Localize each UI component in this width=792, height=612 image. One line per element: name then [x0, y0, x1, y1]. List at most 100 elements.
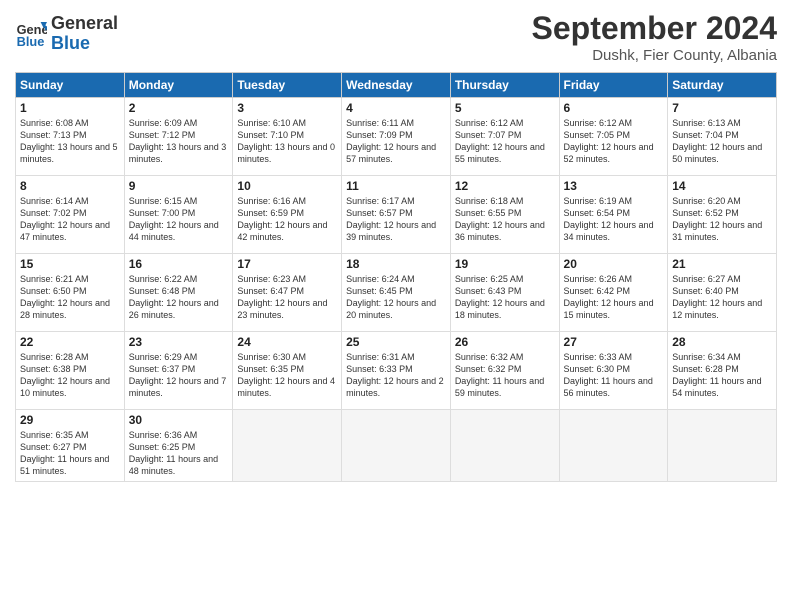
- day-number: 30: [129, 413, 229, 427]
- day-info: Sunrise: 6:35 AM Sunset: 6:27 PM Dayligh…: [20, 429, 120, 478]
- calendar-table: Sunday Monday Tuesday Wednesday Thursday…: [15, 72, 777, 482]
- day-number: 9: [129, 179, 229, 193]
- day-number: 14: [672, 179, 772, 193]
- table-row: 25 Sunrise: 6:31 AM Sunset: 6:33 PM Dayl…: [342, 332, 451, 410]
- table-row: 19 Sunrise: 6:25 AM Sunset: 6:43 PM Dayl…: [450, 254, 559, 332]
- day-number: 10: [237, 179, 337, 193]
- table-row: [559, 410, 668, 482]
- day-info: Sunrise: 6:08 AM Sunset: 7:13 PM Dayligh…: [20, 117, 120, 166]
- day-info: Sunrise: 6:28 AM Sunset: 6:38 PM Dayligh…: [20, 351, 120, 400]
- day-number: 12: [455, 179, 555, 193]
- table-row: 22 Sunrise: 6:28 AM Sunset: 6:38 PM Dayl…: [16, 332, 125, 410]
- table-row: 13 Sunrise: 6:19 AM Sunset: 6:54 PM Dayl…: [559, 176, 668, 254]
- table-row: 18 Sunrise: 6:24 AM Sunset: 6:45 PM Dayl…: [342, 254, 451, 332]
- logo: General Blue General Blue: [15, 14, 118, 54]
- day-number: 16: [129, 257, 229, 271]
- logo-text: General Blue: [51, 14, 118, 54]
- calendar-week-row: 1 Sunrise: 6:08 AM Sunset: 7:13 PM Dayli…: [16, 98, 777, 176]
- day-info: Sunrise: 6:22 AM Sunset: 6:48 PM Dayligh…: [129, 273, 229, 322]
- day-number: 8: [20, 179, 120, 193]
- table-row: 30 Sunrise: 6:36 AM Sunset: 6:25 PM Dayl…: [124, 410, 233, 482]
- col-saturday: Saturday: [668, 73, 777, 98]
- month-title: September 2024: [532, 10, 777, 47]
- table-row: [450, 410, 559, 482]
- col-thursday: Thursday: [450, 73, 559, 98]
- table-row: 8 Sunrise: 6:14 AM Sunset: 7:02 PM Dayli…: [16, 176, 125, 254]
- svg-text:Blue: Blue: [17, 34, 45, 49]
- table-row: [233, 410, 342, 482]
- day-number: 28: [672, 335, 772, 349]
- table-row: 3 Sunrise: 6:10 AM Sunset: 7:10 PM Dayli…: [233, 98, 342, 176]
- day-info: Sunrise: 6:09 AM Sunset: 7:12 PM Dayligh…: [129, 117, 229, 166]
- day-number: 26: [455, 335, 555, 349]
- day-info: Sunrise: 6:13 AM Sunset: 7:04 PM Dayligh…: [672, 117, 772, 166]
- col-tuesday: Tuesday: [233, 73, 342, 98]
- table-row: 16 Sunrise: 6:22 AM Sunset: 6:48 PM Dayl…: [124, 254, 233, 332]
- day-info: Sunrise: 6:23 AM Sunset: 6:47 PM Dayligh…: [237, 273, 337, 322]
- day-info: Sunrise: 6:26 AM Sunset: 6:42 PM Dayligh…: [564, 273, 664, 322]
- day-number: 24: [237, 335, 337, 349]
- table-row: 15 Sunrise: 6:21 AM Sunset: 6:50 PM Dayl…: [16, 254, 125, 332]
- day-info: Sunrise: 6:30 AM Sunset: 6:35 PM Dayligh…: [237, 351, 337, 400]
- day-info: Sunrise: 6:11 AM Sunset: 7:09 PM Dayligh…: [346, 117, 446, 166]
- day-info: Sunrise: 6:34 AM Sunset: 6:28 PM Dayligh…: [672, 351, 772, 400]
- day-number: 22: [20, 335, 120, 349]
- day-info: Sunrise: 6:15 AM Sunset: 7:00 PM Dayligh…: [129, 195, 229, 244]
- table-row: 23 Sunrise: 6:29 AM Sunset: 6:37 PM Dayl…: [124, 332, 233, 410]
- day-number: 15: [20, 257, 120, 271]
- calendar-header-row: Sunday Monday Tuesday Wednesday Thursday…: [16, 73, 777, 98]
- day-number: 19: [455, 257, 555, 271]
- table-row: 2 Sunrise: 6:09 AM Sunset: 7:12 PM Dayli…: [124, 98, 233, 176]
- day-number: 3: [237, 101, 337, 115]
- day-number: 7: [672, 101, 772, 115]
- day-info: Sunrise: 6:32 AM Sunset: 6:32 PM Dayligh…: [455, 351, 555, 400]
- day-info: Sunrise: 6:10 AM Sunset: 7:10 PM Dayligh…: [237, 117, 337, 166]
- table-row: 21 Sunrise: 6:27 AM Sunset: 6:40 PM Dayl…: [668, 254, 777, 332]
- table-row: 28 Sunrise: 6:34 AM Sunset: 6:28 PM Dayl…: [668, 332, 777, 410]
- col-wednesday: Wednesday: [342, 73, 451, 98]
- day-number: 18: [346, 257, 446, 271]
- day-number: 6: [564, 101, 664, 115]
- logo-icon: General Blue: [15, 18, 47, 50]
- location: Dushk, Fier County, Albania: [532, 47, 777, 64]
- col-sunday: Sunday: [16, 73, 125, 98]
- day-info: Sunrise: 6:14 AM Sunset: 7:02 PM Dayligh…: [20, 195, 120, 244]
- table-row: 27 Sunrise: 6:33 AM Sunset: 6:30 PM Dayl…: [559, 332, 668, 410]
- day-number: 25: [346, 335, 446, 349]
- day-number: 2: [129, 101, 229, 115]
- col-monday: Monday: [124, 73, 233, 98]
- day-info: Sunrise: 6:31 AM Sunset: 6:33 PM Dayligh…: [346, 351, 446, 400]
- title-block: September 2024 Dushk, Fier County, Alban…: [532, 10, 777, 64]
- day-info: Sunrise: 6:21 AM Sunset: 6:50 PM Dayligh…: [20, 273, 120, 322]
- table-row: 17 Sunrise: 6:23 AM Sunset: 6:47 PM Dayl…: [233, 254, 342, 332]
- header: General Blue General Blue September 2024…: [15, 10, 777, 64]
- day-info: Sunrise: 6:17 AM Sunset: 6:57 PM Dayligh…: [346, 195, 446, 244]
- calendar-week-row: 8 Sunrise: 6:14 AM Sunset: 7:02 PM Dayli…: [16, 176, 777, 254]
- day-number: 27: [564, 335, 664, 349]
- day-number: 5: [455, 101, 555, 115]
- day-info: Sunrise: 6:16 AM Sunset: 6:59 PM Dayligh…: [237, 195, 337, 244]
- day-number: 4: [346, 101, 446, 115]
- table-row: 9 Sunrise: 6:15 AM Sunset: 7:00 PM Dayli…: [124, 176, 233, 254]
- table-row: 29 Sunrise: 6:35 AM Sunset: 6:27 PM Dayl…: [16, 410, 125, 482]
- table-row: 4 Sunrise: 6:11 AM Sunset: 7:09 PM Dayli…: [342, 98, 451, 176]
- day-number: 1: [20, 101, 120, 115]
- calendar-week-row: 29 Sunrise: 6:35 AM Sunset: 6:27 PM Dayl…: [16, 410, 777, 482]
- day-number: 23: [129, 335, 229, 349]
- day-number: 21: [672, 257, 772, 271]
- day-info: Sunrise: 6:25 AM Sunset: 6:43 PM Dayligh…: [455, 273, 555, 322]
- page-container: General Blue General Blue September 2024…: [0, 0, 792, 492]
- table-row: 26 Sunrise: 6:32 AM Sunset: 6:32 PM Dayl…: [450, 332, 559, 410]
- day-number: 17: [237, 257, 337, 271]
- day-info: Sunrise: 6:29 AM Sunset: 6:37 PM Dayligh…: [129, 351, 229, 400]
- table-row: 20 Sunrise: 6:26 AM Sunset: 6:42 PM Dayl…: [559, 254, 668, 332]
- table-row: 5 Sunrise: 6:12 AM Sunset: 7:07 PM Dayli…: [450, 98, 559, 176]
- day-number: 29: [20, 413, 120, 427]
- day-info: Sunrise: 6:12 AM Sunset: 7:05 PM Dayligh…: [564, 117, 664, 166]
- table-row: 1 Sunrise: 6:08 AM Sunset: 7:13 PM Dayli…: [16, 98, 125, 176]
- day-number: 20: [564, 257, 664, 271]
- col-friday: Friday: [559, 73, 668, 98]
- day-number: 11: [346, 179, 446, 193]
- table-row: 11 Sunrise: 6:17 AM Sunset: 6:57 PM Dayl…: [342, 176, 451, 254]
- table-row: 12 Sunrise: 6:18 AM Sunset: 6:55 PM Dayl…: [450, 176, 559, 254]
